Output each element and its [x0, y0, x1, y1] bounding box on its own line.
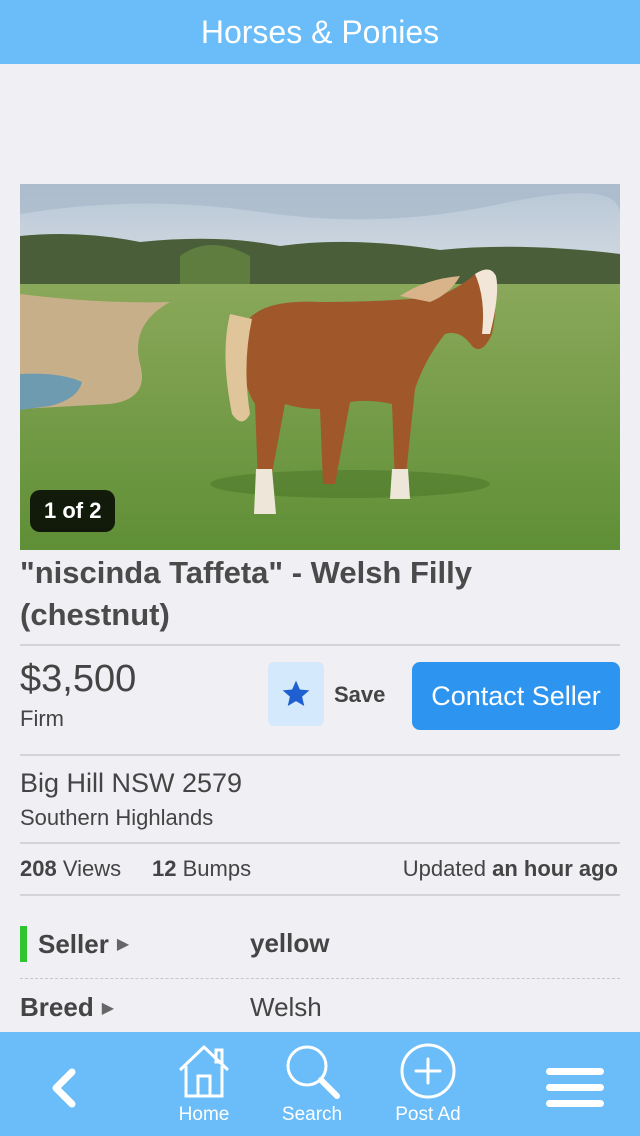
location-region: Southern Highlands: [20, 805, 214, 830]
chevron-right-icon: ▶: [101, 999, 115, 1017]
detail-value-seller: yellow: [250, 928, 330, 958]
page-title: Horses & Ponies: [200, 13, 440, 50]
divider: [20, 754, 620, 756]
detail-label-seller[interactable]: Seller ▶: [20, 926, 129, 962]
tab-home[interactable]: Home: [154, 1040, 254, 1132]
chevron-left-icon: [52, 1068, 76, 1108]
divider: [20, 644, 620, 646]
chevron-right-icon: ▶: [116, 936, 130, 953]
tab-post-ad-label: Post Ad: [395, 1104, 461, 1125]
header-bar: Horses & Ponies: [0, 0, 640, 64]
detail-label-breed[interactable]: Breed ▶: [20, 992, 114, 1023]
save-button[interactable]: [268, 662, 324, 726]
back-button[interactable]: [38, 1062, 90, 1114]
hamburger-icon: [546, 1068, 604, 1107]
divider: [20, 978, 620, 979]
tab-home-label: Home: [178, 1104, 230, 1125]
views-stat: 208 Views: [20, 856, 122, 881]
price-value: $3,500: [20, 658, 137, 700]
plus-circle-icon: [400, 1043, 456, 1099]
contact-seller-label: Contact Seller: [431, 680, 601, 711]
photo-counter-badge: 1 of 2: [30, 490, 116, 532]
seller-indicator-bar: [20, 926, 27, 962]
magnifier-icon: [286, 1045, 340, 1099]
contact-seller-button[interactable]: Contact Seller: [412, 662, 620, 730]
bottom-tab-bar: Home Search Post Ad: [0, 1032, 640, 1136]
save-label[interactable]: Save: [334, 682, 385, 708]
tab-search-label: Search: [281, 1104, 343, 1125]
tab-search[interactable]: Search: [262, 1040, 362, 1132]
divider: [20, 894, 620, 896]
bumps-stat: 12 Bumps: [152, 856, 252, 881]
star-icon: [282, 680, 310, 706]
tab-post-ad[interactable]: Post Ad: [378, 1040, 478, 1132]
location-suburb: Big Hill NSW 2579: [20, 768, 243, 798]
listing-photo[interactable]: 1 of 2: [20, 184, 620, 550]
menu-button[interactable]: [546, 1064, 604, 1110]
listing-title: "niscinda Taffeta" - Welsh Filly (chestn…: [20, 555, 472, 632]
listing-screen: Horses & Ponies 1 of 2 "niscinda Taffeta…: [0, 0, 640, 1136]
price-term: Firm: [20, 706, 64, 731]
detail-value-breed: Welsh: [250, 992, 322, 1022]
updated-stat: Updated an hour ago: [402, 856, 618, 881]
divider: [20, 842, 620, 844]
house-icon: [178, 1045, 230, 1098]
listing-stats: 208 Views 12 Bumps Updated an hour ago: [20, 856, 620, 886]
